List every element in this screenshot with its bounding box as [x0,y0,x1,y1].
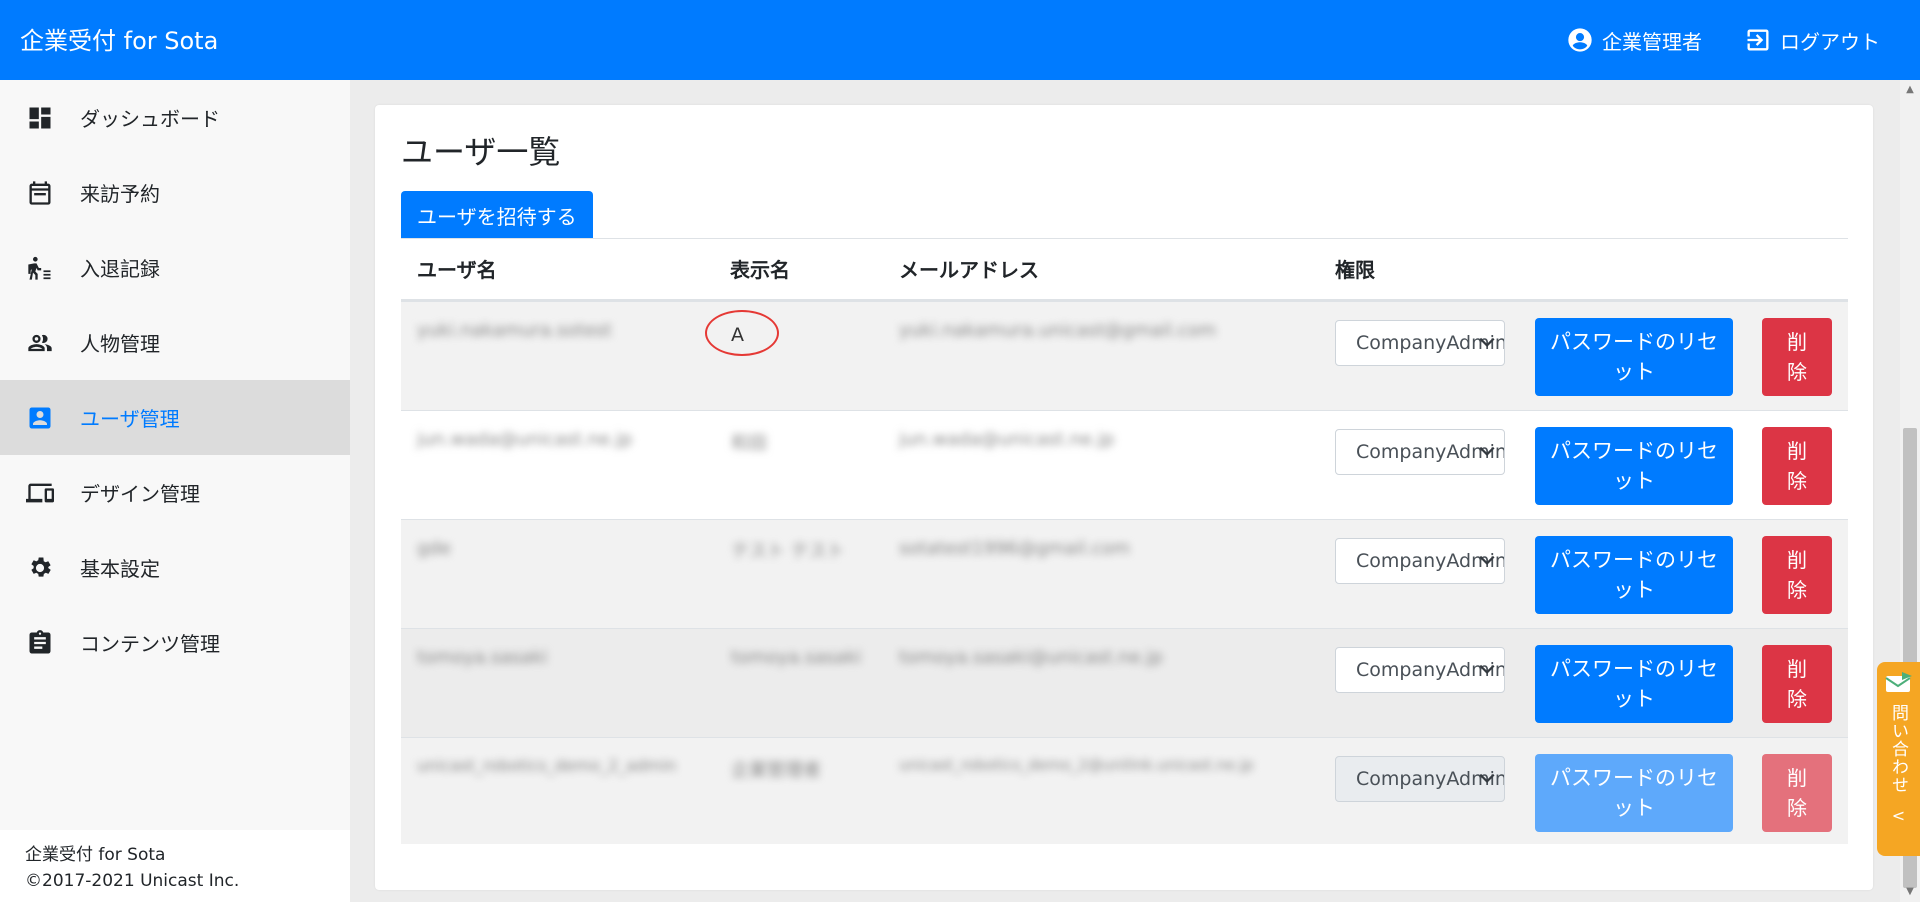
people-icon [26,329,54,357]
display-name-cell: tomoya.sasaki [731,647,862,668]
dashboard-icon [26,104,54,132]
table-row: tomoya.sasaki tomoya.sasaki tomoya.sasak… [401,628,1848,737]
app-header: 企業受付 for Sota 企業管理者 ログアウト [0,0,1920,80]
sidebar-item-label: 基本設定 [80,557,160,581]
footer-copyright: ©2017-2021 Unicast Inc. [25,871,240,891]
sidebar-item-visit-reservation[interactable]: 来訪予約 [0,155,350,230]
sidebar-item-label: 人物管理 [80,332,160,356]
email-cell: unicast_robotics_demo_2@unilink.unicast.… [899,756,1254,774]
invite-user-button[interactable]: ユーザを招待する [401,191,593,239]
chevron-down-icon [1479,337,1495,347]
delete-user-button: 削除 [1762,754,1832,832]
chevron-down-icon [1479,773,1495,783]
column-header-display-name: 表示名 [730,258,790,282]
username-cell: tomoya.sasaki [417,647,548,668]
highlight-circle [705,310,779,356]
envelope-icon [1884,672,1912,692]
sidebar-item-design-management[interactable]: デザイン管理 [0,455,350,530]
delete-user-button[interactable]: 削除 [1762,536,1832,614]
role-select[interactable]: CompanyAdmin [1335,429,1505,475]
app-brand[interactable]: 企業受付 for Sota [20,0,218,80]
role-select[interactable]: CompanyAdmin [1335,320,1505,366]
sidebar: ダッシュボード 来訪予約 入退記録 人物管理 ユーザ管理 デザイン管理 基本設定… [0,80,350,902]
email-cell: jun.wada@unicast.ne.jp [899,429,1115,450]
header-actions: 企業管理者 ログアウト [1566,0,1880,80]
clipboard-icon [26,629,54,657]
gear-icon [26,554,54,582]
user-menu[interactable]: 企業管理者 [1566,26,1702,55]
email-cell: yuki.nakamura.unicast@gmail.com [899,320,1217,341]
delete-user-button[interactable]: 削除 [1762,318,1832,396]
column-header-email: メールアドレス [899,258,1039,282]
page-title: ユーザ一覧 [401,133,561,171]
chevron-down-icon [1479,446,1495,456]
email-cell: sotatest1996@gmail.com [899,538,1131,559]
username-cell: yuki.nakamura.sotest [417,320,612,341]
column-header-username: ユーザ名 [417,258,497,282]
calendar-icon [26,179,54,207]
footer-product-name: 企業受付 for Sota [25,845,166,865]
reset-password-button: パスワードのリセット [1535,754,1733,832]
display-name-cell: テスト テスト [731,541,845,562]
logout-label: ログアウト [1780,29,1880,54]
username-cell: unicast_robotics_demo_2_admin [417,756,677,775]
sidebar-item-label: 来訪予約 [80,182,160,206]
table-row: unicast_robotics_demo_2_admin 企業管理者 unic… [401,737,1848,844]
chevron-down-icon [1479,664,1495,674]
reset-password-button[interactable]: パスワードのリセット [1535,536,1733,614]
sidebar-item-label: ダッシュボード [80,107,220,131]
sidebar-item-content-management[interactable]: コンテンツ管理 [0,605,350,680]
sidebar-item-person-management[interactable]: 人物管理 [0,305,350,380]
sidebar-item-label: 入退記録 [80,257,160,281]
table-row: jun.wada@unicast.ne.jp 和田 jun.wada@unica… [401,410,1848,519]
role-select[interactable]: CompanyAdmin [1335,647,1505,693]
contact-label: 問い合わせ [1888,704,1908,794]
display-name-cell: 和田 [731,433,767,454]
sidebar-item-user-management[interactable]: ユーザ管理 [0,380,350,455]
walking-person-icon [26,254,54,282]
table-header: ユーザ名 表示名 メールアドレス 権限 [401,238,1848,301]
sidebar-item-label: ユーザ管理 [80,407,180,431]
reset-password-button[interactable]: パスワードのリセット [1535,318,1733,396]
email-cell: tomoya.sasaki@unicast.ne.jp [899,647,1163,668]
contact-widget[interactable]: 問い合わせ < [1877,662,1920,856]
username-cell: jun.wada@unicast.ne.jp [417,429,633,450]
role-select[interactable]: CompanyAdmin [1335,538,1505,584]
chevron-left-icon: < [1891,806,1906,825]
logout-icon [1747,29,1769,51]
user-label: 企業管理者 [1602,29,1702,54]
column-header-role: 権限 [1335,258,1375,282]
account-circle-icon [1568,28,1592,52]
chevron-down-icon [1479,555,1495,565]
scroll-down-arrow[interactable]: ▼ [1903,886,1917,900]
user-badge-icon [26,404,54,432]
user-list-card: ユーザ一覧 ユーザを招待する ユーザ名 表示名 メールアドレス 権限 yuki.… [375,105,1873,890]
sidebar-item-entry-records[interactable]: 入退記録 [0,230,350,305]
display-name-cell: 企業管理者 [731,760,821,781]
reset-password-button[interactable]: パスワードのリセット [1535,427,1733,505]
scroll-up-arrow[interactable]: ▲ [1903,84,1917,98]
sidebar-footer: 企業受付 for Sota ©2017-2021 Unicast Inc. [0,830,350,902]
logout-button[interactable]: ログアウト [1744,26,1880,55]
sidebar-item-dashboard[interactable]: ダッシュボード [0,80,350,155]
sidebar-item-label: コンテンツ管理 [80,632,220,656]
role-select: CompanyAdmin [1335,756,1505,802]
delete-user-button[interactable]: 削除 [1762,645,1832,723]
sidebar-item-basic-settings[interactable]: 基本設定 [0,530,350,605]
delete-user-button[interactable]: 削除 [1762,427,1832,505]
reset-password-button[interactable]: パスワードのリセット [1535,645,1733,723]
table-row: yuki.nakamura.sotest A yuki.nakamura.uni… [401,301,1848,410]
username-cell: gde [417,538,451,559]
table-row: gde テスト テスト sotatest1996@gmail.com Compa… [401,519,1848,628]
sidebar-item-label: デザイン管理 [80,482,200,506]
devices-icon [26,479,54,507]
user-table: ユーザ名 表示名 メールアドレス 権限 yuki.nakamura.sotest… [401,238,1848,844]
